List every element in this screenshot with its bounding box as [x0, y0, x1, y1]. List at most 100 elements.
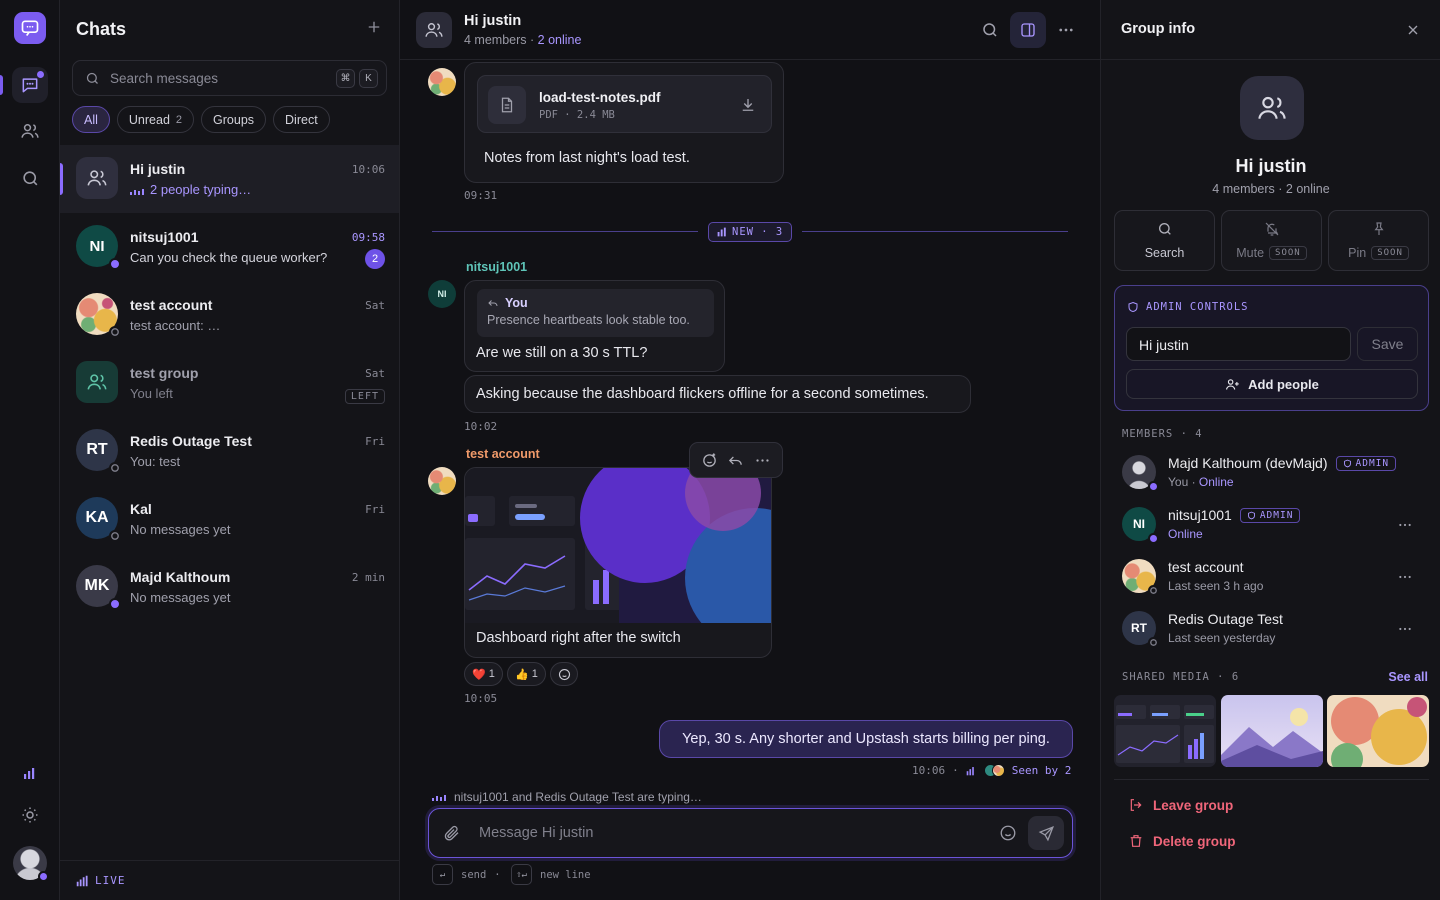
media-thumbnail-circles[interactable] — [1327, 695, 1429, 767]
online-status — [38, 871, 49, 882]
group-search-button[interactable]: Search — [1114, 210, 1215, 271]
chat-item-test-group[interactable]: test group You left Sat LEFT — [60, 349, 399, 417]
user-avatar[interactable] — [13, 846, 49, 882]
filter-all[interactable]: All — [72, 106, 110, 133]
chat-preview: You: test — [130, 454, 181, 469]
chat-preview: No messages yet — [130, 522, 231, 537]
message-composer[interactable]: Message Hi justin — [428, 808, 1073, 858]
group-avatar-large[interactable] — [1240, 76, 1304, 140]
stats-button[interactable] — [12, 755, 48, 791]
own-message: Yep, 30 s. Any shorter and Upstash start… — [659, 720, 1073, 758]
new-chat-button[interactable] — [365, 18, 383, 36]
dashboard-image[interactable] — [465, 468, 772, 623]
chat-item-test-account[interactable]: test account test account: … Sat — [60, 281, 399, 349]
member-you: You · — [1168, 475, 1199, 489]
member-more-button[interactable] — [1397, 569, 1413, 585]
offline-status — [1148, 637, 1159, 648]
reply-button[interactable] — [727, 452, 744, 469]
chat-item-redis-outage-test[interactable]: RT Redis Outage Test You: test Fri — [60, 417, 399, 485]
chat-preview: 2 people typing… — [150, 182, 252, 197]
reaction-heart[interactable]: ❤️ 1 — [464, 662, 503, 686]
member-more-button[interactable] — [1397, 621, 1413, 637]
delete-group-button[interactable]: Delete group — [1128, 833, 1236, 849]
chats-icon — [22, 78, 38, 93]
reaction-thumbs-up[interactable]: 👍 1 — [507, 662, 546, 686]
member-more-button[interactable] — [1397, 517, 1413, 533]
message-more-button[interactable] — [754, 452, 771, 469]
member-row[interactable]: Majd Kalthoum (devMajd) ADMIN You · Onlin… — [1101, 453, 1440, 503]
sidebar-title: Chats — [76, 19, 127, 39]
download-icon[interactable] — [739, 96, 757, 114]
chat-time: 2 min — [351, 571, 385, 584]
filter-chips: All Unread 2 Groups Direct — [72, 106, 330, 133]
search-icon — [22, 170, 37, 185]
search-placeholder: Search messages — [110, 70, 219, 86]
avatar: RT — [76, 429, 121, 474]
new-messages-divider: NEW · 3 — [432, 222, 1068, 242]
shortcut-key-k: K — [359, 69, 378, 88]
search-conversation-button[interactable] — [972, 12, 1008, 48]
theme-toggle[interactable] — [12, 797, 48, 833]
member-row[interactable]: NI nitsuj1001 ADMIN Online — [1101, 505, 1440, 555]
app-logo-icon[interactable] — [14, 12, 46, 44]
media-thumbnail-dashboard[interactable] — [1114, 695, 1216, 767]
member-name: Majd Kalthoum (devMajd) — [1168, 455, 1328, 471]
filter-label: Groups — [213, 112, 255, 127]
key-hint: ⇧↵ — [511, 864, 532, 885]
delete-label: Delete group — [1153, 833, 1236, 849]
chat-time: Sat — [365, 299, 385, 312]
reaction-count: 1 — [531, 668, 538, 680]
seen-avatars — [983, 764, 1005, 777]
chat-item-hi-justin[interactable]: Hi justin 2 people typing… 10:06 — [60, 145, 399, 213]
see-all-link[interactable]: See all — [1388, 670, 1428, 684]
attach-button[interactable] — [443, 824, 461, 842]
group-avatar[interactable] — [416, 12, 452, 48]
quoted-reply[interactable]: You Presence heartbeats look stable too. — [477, 289, 714, 337]
chats-nav-button[interactable] — [0, 67, 48, 103]
avatar: NI — [76, 225, 121, 270]
search-nav-button[interactable] — [12, 160, 48, 196]
filter-unread[interactable]: Unread 2 — [116, 106, 195, 133]
member-row[interactable]: RT Redis Outage Test Last seen yesterday — [1101, 609, 1440, 659]
send-button[interactable] — [1028, 816, 1064, 850]
add-reaction-button[interactable] — [550, 662, 578, 686]
toggle-info-panel-button[interactable] — [1010, 12, 1046, 48]
filter-groups[interactable]: Groups — [201, 106, 267, 133]
contacts-nav-button[interactable] — [12, 113, 48, 149]
file-attachment[interactable]: load-test-notes.pdf PDF · 2.4 MB — [477, 75, 772, 133]
leave-group-button[interactable]: Leave group — [1128, 797, 1233, 813]
chat-preview: You left — [130, 386, 173, 401]
pin-button[interactable]: Pin SOON — [1328, 210, 1429, 271]
media-thumbnail-landscape[interactable] — [1221, 695, 1323, 767]
message-bubble: Asking because the dashboard flickers of… — [464, 375, 971, 413]
save-button[interactable]: Save — [1357, 327, 1418, 361]
filter-direct[interactable]: Direct — [273, 106, 330, 133]
close-panel-button[interactable] — [1405, 22, 1421, 38]
mute-button[interactable]: Mute SOON — [1221, 210, 1322, 271]
admin-badge-text: ADMIN — [1259, 509, 1294, 521]
group-name-input[interactable]: Hi justin — [1126, 327, 1351, 361]
composer-placeholder: Message Hi justin — [479, 825, 594, 841]
chat-item-majd-kalthoum[interactable]: MK Majd Kalthoum No messages yet 2 min — [60, 553, 399, 621]
file-name: load-test-notes.pdf — [539, 90, 661, 105]
search-input[interactable]: Search messages ⌘ K — [72, 60, 387, 96]
reply-icon — [488, 300, 498, 307]
image-message: Dashboard right after the switch — [464, 467, 772, 658]
filter-label: All — [84, 112, 98, 127]
trash-icon — [1130, 835, 1142, 847]
chat-item-kal[interactable]: KA Kal No messages yet Fri — [60, 485, 399, 553]
sender-avatar — [428, 467, 456, 495]
add-people-button[interactable]: Add people — [1126, 369, 1418, 399]
typing-status: nitsuj1001 and Redis Outage Test are typ… — [432, 790, 702, 804]
member-avatar: RT — [1122, 611, 1159, 648]
member-status: Last seen 3 h ago — [1168, 579, 1264, 593]
emoji-button[interactable] — [999, 824, 1017, 842]
more-options-button[interactable] — [1048, 12, 1084, 48]
member-row[interactable]: test account Last seen 3 h ago — [1101, 557, 1440, 607]
chat-item-nitsuj1001[interactable]: NI nitsuj1001 Can you check the queue wo… — [60, 213, 399, 281]
chat-name: nitsuj1001 — [130, 229, 199, 245]
emoji-add-icon — [558, 668, 570, 680]
add-reaction-button[interactable] — [701, 452, 718, 469]
avatar: KA — [76, 497, 121, 542]
avatar-initials: NI — [1133, 517, 1145, 531]
